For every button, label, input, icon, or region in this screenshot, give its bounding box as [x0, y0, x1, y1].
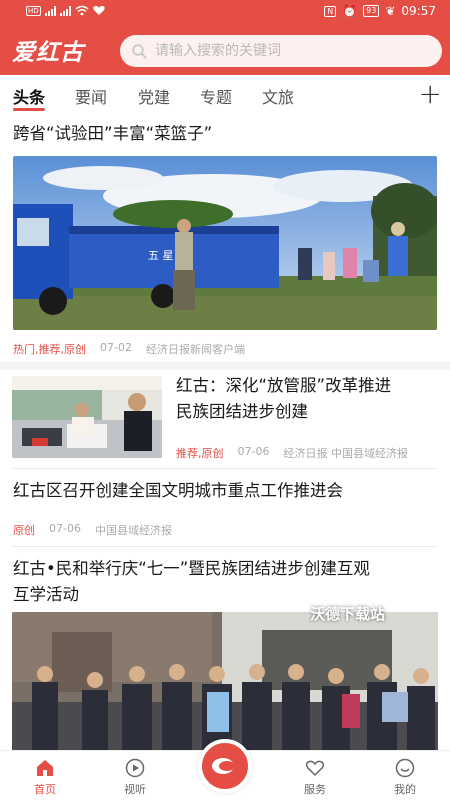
signal-icon-2 [59, 5, 71, 16]
article-tags: 热门,推荐,原创 [13, 343, 86, 356]
tab-news[interactable]: 要闻 [75, 84, 107, 108]
article-date: 07-06 [49, 522, 81, 535]
article-title[interactable]: 红古•民和举行庆“七一”暨民族团结进步创建互观 互学活动 [13, 556, 437, 608]
tab-culture-tourism[interactable]: 文旅 [262, 84, 294, 108]
tab-topics[interactable]: 专题 [200, 84, 232, 108]
watermark-text: 沃德下载站 [310, 605, 386, 623]
search-input[interactable] [155, 43, 415, 59]
farm-truck-photo: 五 星 [13, 156, 437, 330]
category-tabs: 头条 要闻 党建 专题 文旅 + [0, 78, 450, 114]
search-icon [132, 43, 147, 59]
app-logo: 爱红古 [12, 39, 84, 66]
article-date: 07-06 [237, 445, 270, 458]
nav-mine[interactable]: 我的 [375, 757, 435, 797]
tab-headlines[interactable]: 头条 [13, 84, 45, 108]
heart-icon [92, 6, 105, 15]
nav-home[interactable]: 首页 [15, 757, 75, 797]
nav-service[interactable]: 服务 [285, 757, 345, 797]
article-title[interactable]: 红古区召开创建全国文明城市重点工作推进会 [13, 478, 343, 504]
nav-home-label: 首页 [34, 783, 56, 796]
article-meta: 推荐,原创 07-06 经济日报 中国县域经济报 [176, 445, 408, 461]
article-source: 中国县域经济报 [94, 524, 172, 537]
battery-icon: 93 [363, 5, 380, 17]
article-tags: 推荐,原创 [176, 447, 224, 460]
exhibition-group-photo [12, 612, 438, 750]
leaf-icon: ❦ [385, 4, 396, 18]
article-source: 经济日报 中国县域经济报 [283, 447, 408, 460]
office-service-photo [12, 376, 162, 458]
nav-mine-label: 我的 [394, 783, 416, 796]
wifi-icon [75, 5, 89, 16]
active-tab-indicator [13, 108, 45, 111]
play-circle-icon [125, 758, 145, 778]
clock-time: 09:57 [401, 4, 436, 18]
nfc-icon: N [324, 5, 337, 17]
item-divider [12, 468, 438, 469]
item-divider [12, 546, 438, 547]
nav-video[interactable]: 视听 [105, 757, 165, 797]
article-title[interactable]: 红古：深化“放管服”改革推进 民族团结进步创建 [176, 373, 438, 425]
app-root: HD N ⏰ 93 ❦ 09:57 爱红古 头条 要闻 党建 专题 文旅 [0, 0, 450, 800]
article-source: 经济日报新闻客户端 [145, 343, 245, 356]
article-title-line: 民族团结进步创建 [176, 402, 308, 421]
search-bar[interactable] [120, 35, 442, 67]
heart-outline-icon [305, 760, 325, 777]
article-meta: 热门,推荐,原创 07-02 经济日报新闻客户端 [13, 341, 245, 357]
article-thumbnail[interactable] [12, 376, 162, 458]
smile-icon [395, 758, 415, 778]
nav-service-label: 服务 [304, 783, 326, 796]
article-meta: 原创 07-06 中国县域经济报 [13, 522, 172, 538]
article-image[interactable] [12, 612, 438, 750]
article-title-line: 红古：深化“放管服”改革推进 [176, 376, 392, 395]
status-bar: HD N ⏰ 93 ❦ 09:57 [0, 0, 450, 26]
article-title-line: 红古•民和举行庆“七一”暨民族团结进步创建互观 [13, 559, 370, 578]
signal-icon [44, 5, 56, 16]
status-left: HD [26, 5, 105, 16]
hd-icon: HD [26, 5, 41, 16]
section-divider [0, 362, 450, 370]
article-image[interactable]: 五 星 [13, 156, 437, 330]
nav-video-label: 视听 [124, 783, 146, 796]
svg-text:五 星: 五 星 [148, 249, 174, 262]
bottom-nav: 首页 视听 服务 我的 [0, 739, 450, 800]
center-action-button[interactable] [198, 739, 252, 793]
center-logo-icon [212, 758, 235, 774]
article-date: 07-02 [100, 341, 132, 354]
app-header: HD N ⏰ 93 ❦ 09:57 爱红古 [0, 0, 450, 75]
alarm-icon: ⏰ [342, 4, 358, 18]
home-icon [37, 760, 53, 776]
add-channel-icon[interactable]: + [419, 80, 442, 108]
article-tags: 原创 [13, 524, 35, 537]
article-title[interactable]: 跨省“试验田”丰富“菜篮子” [13, 121, 212, 147]
tab-party[interactable]: 党建 [138, 84, 170, 108]
status-right: N ⏰ 93 ❦ 09:57 [324, 4, 436, 18]
news-feed[interactable]: 跨省“试验田”丰富“菜篮子” 五 星 热门,推荐,原创 07-02 经济日报新闻… [0, 114, 450, 750]
